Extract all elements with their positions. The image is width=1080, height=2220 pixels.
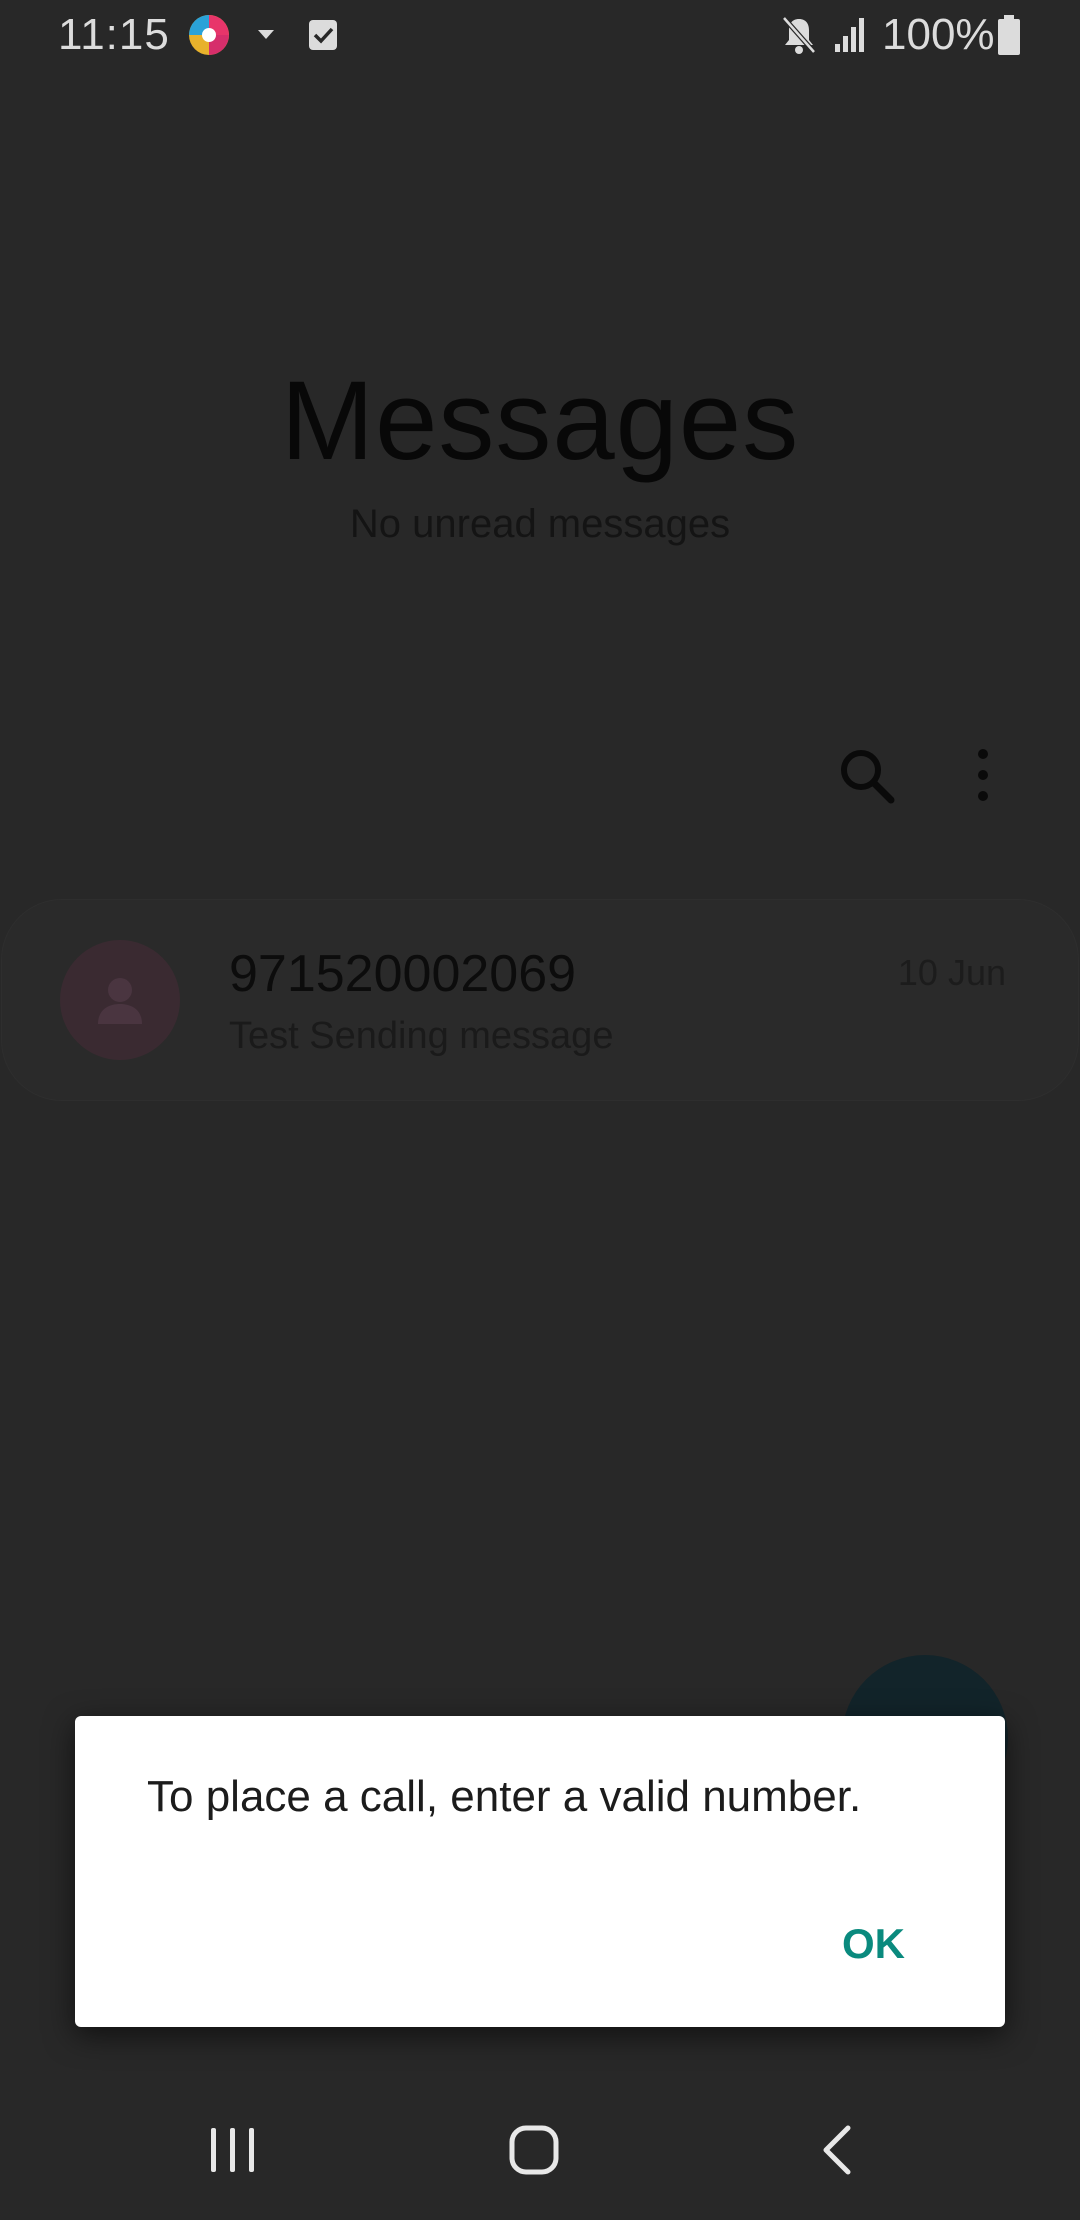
status-bar: 11:15 100%: [0, 0, 1080, 72]
caret-down-icon: [258, 30, 274, 39]
back-icon[interactable]: [820, 2124, 854, 2176]
status-time: 11:15: [58, 10, 170, 59]
conversation-date: 10 Jun: [897, 952, 1006, 993]
signal-icon: [835, 18, 864, 52]
screen: 11:15 100% Messages No unread messages 9…: [0, 0, 1080, 2220]
battery-percentage: 100%: [882, 10, 995, 59]
dialog-message: To place a call, enter a valid number.: [147, 1772, 862, 1821]
recent-apps-icon[interactable]: [208, 2126, 258, 2174]
avatar: [60, 940, 180, 1060]
app-notification-icon: [189, 15, 229, 55]
person-icon: [98, 978, 142, 1024]
unread-subtitle: No unread messages: [349, 502, 731, 546]
page-title: Messages: [280, 358, 800, 483]
more-options-icon[interactable]: [960, 745, 1006, 805]
battery-icon: [998, 15, 1020, 55]
conversation-name: 971520002069: [229, 945, 577, 1003]
ok-button[interactable]: OK: [842, 1920, 905, 1968]
checkbox-notification-icon: [309, 20, 337, 50]
search-icon[interactable]: [836, 745, 896, 805]
mute-icon: [782, 16, 816, 54]
alert-dialog: To place a call, enter a valid number. O…: [75, 1716, 1005, 2027]
conversation-preview: Test Sending message: [229, 1015, 614, 1057]
home-icon[interactable]: [508, 2124, 560, 2176]
